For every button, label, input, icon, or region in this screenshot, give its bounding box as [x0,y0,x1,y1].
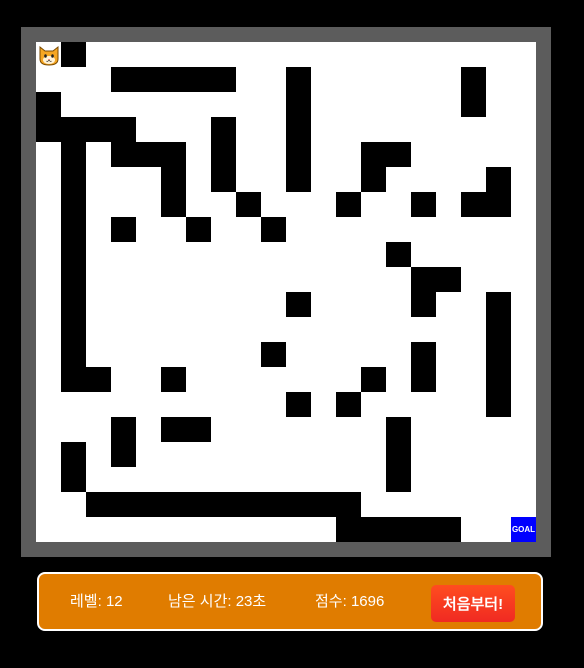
level-display: 레벨: 12 [70,574,123,629]
maze-paths [36,42,536,542]
maze-path-segment [361,192,386,267]
maze-path-segment [86,42,261,67]
maze-path-segment [161,267,186,342]
maze-path-segment [286,367,336,392]
maze-path-segment [211,417,236,467]
maze-path-segment [311,67,336,217]
time-remaining-display: 남은 시간: 23초 [168,574,266,629]
maze-board[interactable]: GOAL [36,42,536,542]
status-bar: 레벨: 12 남은 시간: 23초 점수: 1696 처음부터! [37,572,543,631]
maze-path-segment [136,217,186,242]
goal-marker: GOAL [511,517,536,542]
restart-button[interactable]: 처음부터! [431,585,515,622]
maze-path-segment [336,417,361,492]
maze-path-segment [36,142,61,442]
maze-path-segment [261,417,311,442]
maze-path-segment [361,267,386,367]
maze-path-segment [136,167,161,217]
time-label: 남은 시간: [168,593,232,610]
maze-path-segment [361,117,486,142]
maze-path-segment [286,217,336,242]
maze-path-segment [161,342,211,367]
maze-path-segment [461,217,486,542]
maze-path-segment [436,42,461,117]
maze-path-segment [261,42,286,217]
cat-face-icon [39,45,58,66]
maze-path-segment [486,217,511,292]
score-label: 점수: [315,593,347,610]
score-display: 점수: 1696 [315,574,384,629]
score-value: 1696 [350,593,385,610]
maze-path-segment [86,467,361,492]
maze-path-segment [511,42,536,542]
maze-path-segment [386,167,411,242]
maze-path-segment [36,442,61,542]
maze-path-segment [311,242,336,342]
maze-path-segment [436,292,461,492]
maze-path-segment [236,217,261,467]
maze-path-segment [411,217,436,267]
maze-path-segment [161,242,211,267]
maze-path-segment [111,242,136,392]
maze-path-segment [286,342,336,367]
maze-path-segment [411,142,436,192]
time-value: 23초 [235,593,267,610]
maze-path-segment [386,42,411,117]
goal-label: GOAL [511,525,536,534]
maze-path-segment [386,317,436,342]
maze-path-segment [411,392,436,492]
maze-path-segment [436,167,486,192]
level-value: 12 [105,593,123,610]
player-cat-icon [36,42,61,67]
maze-path-segment [211,217,236,417]
maze-path-segment [161,392,211,417]
maze-path-segment [186,192,236,217]
maze-path-segment [86,192,111,367]
level-label: 레벨: [70,593,102,610]
maze-path-segment [61,517,336,542]
